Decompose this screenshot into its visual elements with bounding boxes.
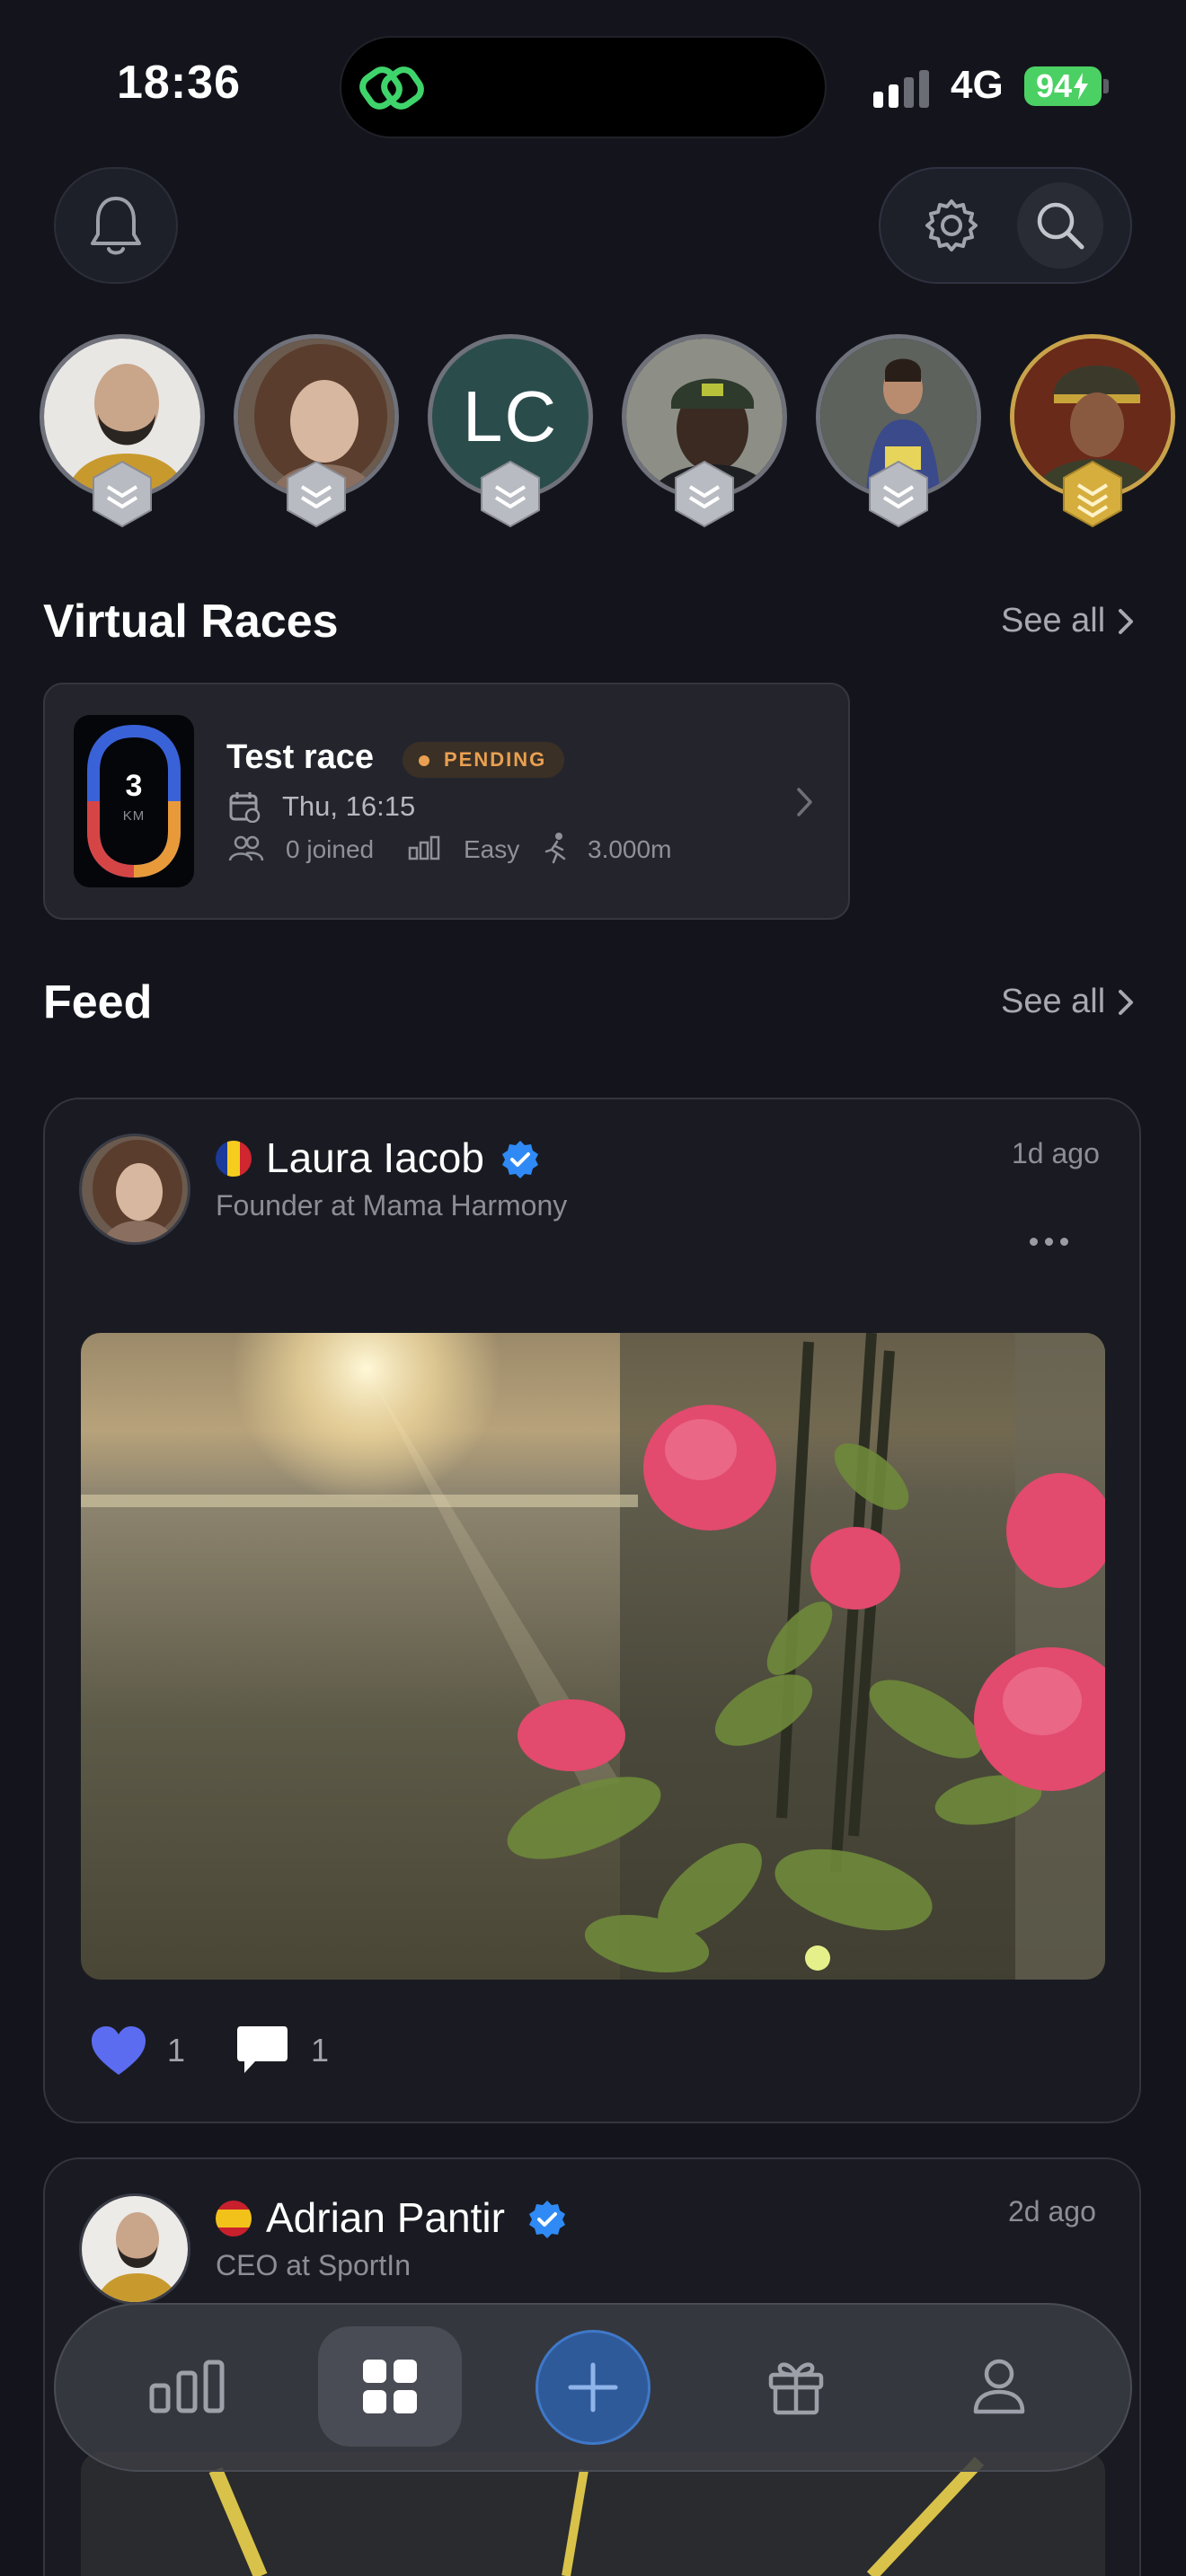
feed-title: Feed xyxy=(43,976,153,1028)
silver-rank-badge-icon xyxy=(93,460,152,528)
silver-rank-badge-icon xyxy=(675,460,734,528)
race-distance-value: 3 xyxy=(125,769,143,803)
link-app-icon xyxy=(359,66,424,110)
cellular-signal-icon xyxy=(873,66,929,108)
nav-add-button[interactable] xyxy=(535,2330,651,2445)
search-icon xyxy=(1037,202,1084,250)
bell-icon xyxy=(91,197,141,255)
race-title: Test race xyxy=(226,738,375,776)
verified-badge-icon xyxy=(502,1141,538,1178)
chevron-right-icon xyxy=(1119,608,1134,634)
status-dot xyxy=(419,755,429,766)
grid-icon xyxy=(363,2360,417,2413)
runner-icon xyxy=(544,833,566,864)
post-timestamp: 1d ago xyxy=(1012,1137,1100,1169)
feed-see-all[interactable]: See all xyxy=(1001,983,1134,1021)
charging-bolt-icon xyxy=(1074,73,1089,100)
plus-icon xyxy=(568,2362,618,2413)
race-distance-unit: KM xyxy=(122,808,146,824)
romania-flag-icon xyxy=(216,1141,252,1177)
network-type: 4G xyxy=(951,63,1004,107)
bougainvillea-sunset-photo xyxy=(81,1333,1105,1980)
post-author-avatar[interactable] xyxy=(79,1134,190,1245)
race-joined: 0 joined xyxy=(286,835,375,863)
gear-icon xyxy=(925,199,978,251)
post-timestamp: 2d ago xyxy=(1008,2195,1096,2228)
post-author-avatar[interactable] xyxy=(79,2193,190,2305)
comments-count: 1 xyxy=(311,2032,330,2069)
gold-rank-badge-icon xyxy=(1063,460,1122,528)
nav-rewards[interactable] xyxy=(724,2326,868,2447)
battery-level: 94 xyxy=(1035,67,1073,104)
avatar-initials: LC xyxy=(462,376,559,456)
calendar-icon xyxy=(229,792,261,823)
silver-rank-badge-icon xyxy=(869,460,928,528)
race-distance: 3.000m xyxy=(588,835,672,863)
difficulty-bars-icon xyxy=(408,835,440,860)
search-button[interactable] xyxy=(1016,182,1103,269)
virtual-races-title: Virtual Races xyxy=(43,595,339,648)
nav-profile[interactable] xyxy=(927,2326,1071,2447)
virtual-races-see-all[interactable]: See all xyxy=(1001,602,1134,640)
status-time: 18:36 xyxy=(117,57,241,109)
silver-rank-badge-icon xyxy=(287,460,346,528)
notifications-button[interactable] xyxy=(54,167,178,284)
post-author-name[interactable]: Laura Iacob xyxy=(266,1134,484,1182)
post-image[interactable] xyxy=(81,1333,1105,1980)
settings-button[interactable] xyxy=(908,182,995,269)
battery-nub xyxy=(1103,79,1109,93)
post-author-name[interactable]: Adrian Pantir xyxy=(266,2193,505,2242)
header-actions xyxy=(879,167,1132,284)
nav-stats[interactable] xyxy=(115,2326,259,2447)
stats-icon xyxy=(149,2360,225,2413)
spain-flag-icon xyxy=(216,2201,252,2236)
verified-badge-icon xyxy=(529,2201,565,2238)
race-difficulty: Easy xyxy=(464,835,520,863)
nav-home[interactable] xyxy=(318,2326,462,2447)
more-options-icon[interactable] xyxy=(1030,1238,1068,1246)
chevron-right-icon xyxy=(797,788,812,816)
comment-icon[interactable] xyxy=(235,2025,289,2077)
silver-rank-badge-icon xyxy=(481,460,540,528)
like-heart-icon[interactable] xyxy=(90,2025,147,2077)
gift-icon xyxy=(768,2362,824,2415)
participants-icon xyxy=(228,835,264,861)
chevron-right-icon xyxy=(1119,989,1134,1015)
see-all-label: See all xyxy=(1001,602,1106,640)
profile-icon xyxy=(973,2359,1025,2414)
post-author-subtitle: CEO at SportIn xyxy=(216,2249,411,2281)
likes-count: 1 xyxy=(167,2032,186,2069)
see-all-label: See all xyxy=(1001,983,1106,1020)
post-author-subtitle: Founder at Mama Harmony xyxy=(216,1189,568,1222)
race-date: Thu, 16:15 xyxy=(282,790,416,822)
battery-indicator: 94 xyxy=(1024,66,1102,106)
